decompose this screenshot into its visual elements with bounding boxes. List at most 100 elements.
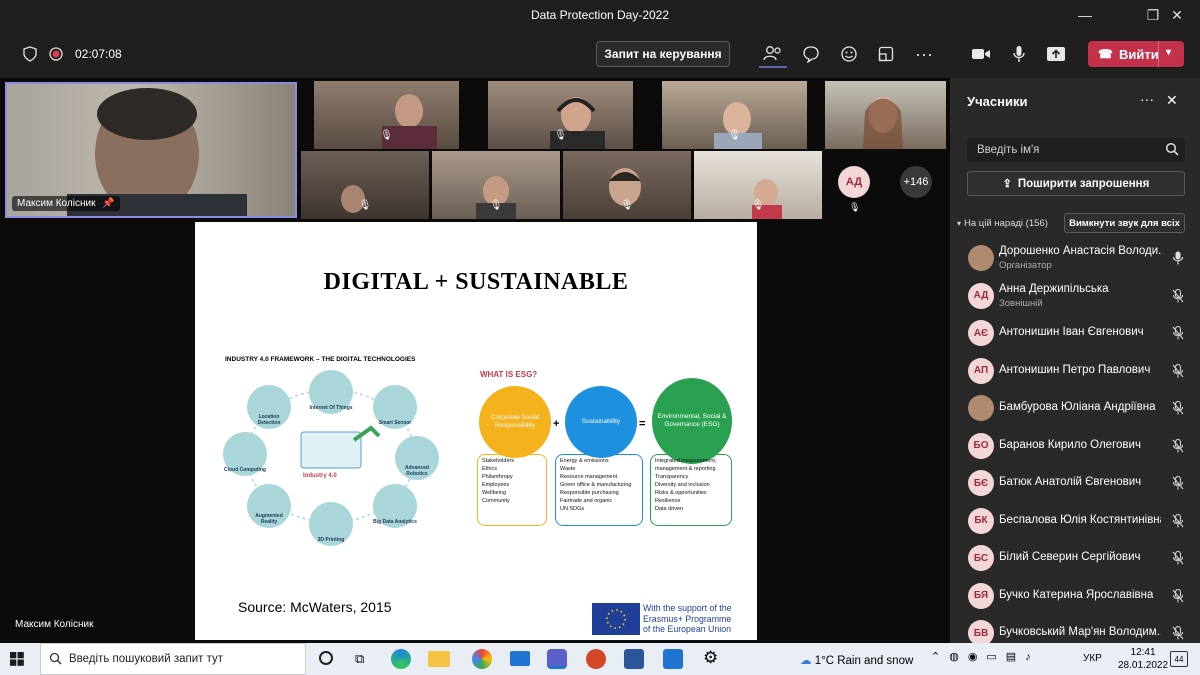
muted-mic-icon[interactable] bbox=[1172, 438, 1186, 453]
participant-video[interactable]: 🎙 bbox=[694, 151, 822, 219]
avatar: БЯ bbox=[968, 582, 994, 609]
framework-title: INDUSTRY 4.0 FRAMEWORK – THE DIGITAL TEC… bbox=[225, 356, 416, 363]
csr-list: Stakeholders Ethics Philanthropy Employees W… bbox=[477, 454, 547, 526]
minimize-icon[interactable]: — bbox=[1062, 0, 1108, 30]
participants-panel: Учасники ··· ✕ Введіть ім'я ⇪ Поширити з… bbox=[950, 78, 1200, 646]
settings-gear-icon[interactable]: ⚙ bbox=[703, 648, 718, 668]
edge-icon[interactable] bbox=[391, 649, 411, 669]
powerpoint-icon[interactable] bbox=[586, 649, 606, 669]
muted-mic-icon[interactable] bbox=[1172, 363, 1186, 378]
participant-name: Беспалова Юлія Костянтинівна bbox=[999, 513, 1161, 526]
recording-icon bbox=[42, 40, 70, 68]
muted-mic-icon[interactable] bbox=[1172, 625, 1186, 640]
clock[interactable]: 12:41 28.01.2022 bbox=[1118, 646, 1168, 672]
avatar bbox=[968, 395, 994, 421]
shared-slide: DIGITAL + SUSTAINABLE INDUSTRY 4.0 FRAME… bbox=[195, 222, 757, 640]
node-location-detection: Location Detection bbox=[247, 385, 291, 429]
breakout-rooms-icon[interactable] bbox=[872, 40, 900, 68]
notification-center-icon[interactable]: 44 bbox=[1170, 651, 1188, 667]
participant-row[interactable]: БС Білий Северин Сергійович bbox=[950, 540, 1200, 577]
participant-row[interactable]: АЄ Антонишин Іван Євгенович bbox=[950, 315, 1200, 352]
sustainability-list: Energy & emissions Waste Resource manageme… bbox=[555, 454, 643, 526]
request-control-button[interactable]: Запит на керування bbox=[596, 41, 730, 67]
cortana-icon[interactable] bbox=[319, 651, 333, 665]
main-speaker-video[interactable]: Максим Колісник 📌 bbox=[5, 82, 297, 218]
weather-widget[interactable]: ☁ 1°C Rain and snow bbox=[800, 653, 913, 667]
speaker-name-tag: Максим Колісник 📌 bbox=[12, 196, 120, 211]
taskbar-search-box[interactable]: Введіть пошуковий запит тут bbox=[40, 643, 306, 675]
reactions-icon[interactable] bbox=[835, 40, 863, 68]
participant-video[interactable] bbox=[825, 81, 946, 149]
avatar: БС bbox=[968, 545, 994, 571]
participants-icon[interactable] bbox=[759, 40, 787, 68]
node-internet-of-things: Internet Of Things bbox=[309, 370, 353, 414]
muted-mic-icon: 🎙 bbox=[489, 199, 503, 211]
avatar: АД bbox=[968, 282, 994, 309]
more-options-icon[interactable]: ··· bbox=[1140, 91, 1154, 107]
muted-mic-icon[interactable] bbox=[1172, 400, 1186, 415]
mail-icon[interactable] bbox=[510, 651, 530, 666]
share-icon: ⇪ bbox=[1002, 178, 1012, 190]
participant-row[interactable]: БК Беспалова Юлія Костянтинівна bbox=[950, 503, 1200, 540]
close-icon[interactable]: ✕ bbox=[1154, 0, 1200, 30]
participant-row[interactable]: БЄ Батюк Анатолій Євгенович bbox=[950, 465, 1200, 502]
section-header[interactable]: ▾ На цій нараді (156) bbox=[957, 218, 1048, 229]
muted-mic-icon: 🎙 bbox=[554, 129, 567, 141]
microphone-icon[interactable] bbox=[1005, 40, 1033, 68]
camera-icon[interactable] bbox=[967, 40, 995, 68]
language-indicator[interactable]: УКР bbox=[1083, 653, 1102, 664]
muted-mic-icon: 🎙 bbox=[849, 202, 861, 212]
search-icon[interactable] bbox=[1165, 142, 1179, 161]
muted-mic-icon[interactable] bbox=[1172, 475, 1186, 490]
participant-video[interactable]: 🎙 bbox=[662, 81, 807, 149]
windows-taskbar: Введіть пошуковий запит тут ⧉ ⚙ ☁ 1°C Ra… bbox=[0, 643, 1200, 675]
muted-mic-icon[interactable] bbox=[1172, 550, 1186, 565]
muted-mic-icon[interactable] bbox=[1172, 588, 1186, 603]
node-advanced-robotics: Advanced Robotics bbox=[395, 436, 439, 480]
muted-mic-icon[interactable] bbox=[1172, 288, 1186, 303]
node-augmented-reality: Augmented Reality bbox=[247, 484, 291, 528]
participant-search-box[interactable]: Введіть ім'я bbox=[967, 138, 1185, 162]
chrome-icon[interactable] bbox=[472, 649, 492, 669]
microphone-icon[interactable] bbox=[1172, 251, 1186, 265]
word-icon[interactable] bbox=[624, 649, 644, 669]
participant-row[interactable]: АП Антонишин Петро Павлович bbox=[950, 353, 1200, 390]
windows-start-icon[interactable] bbox=[10, 652, 24, 671]
chat-icon[interactable] bbox=[797, 40, 825, 68]
participant-video[interactable]: 🎙 bbox=[563, 151, 691, 219]
avatar bbox=[968, 245, 994, 271]
participant-name: Дорошенко Анастасія Володи... bbox=[999, 245, 1161, 257]
leave-button[interactable]: ☎ Вийти ▾ bbox=[1088, 41, 1184, 67]
pin-icon[interactable]: 📌 bbox=[102, 198, 114, 209]
participant-video[interactable]: 🎙 bbox=[301, 151, 429, 219]
more-participants-button[interactable]: +146 bbox=[900, 166, 932, 198]
teams-icon[interactable] bbox=[547, 649, 567, 669]
media-player-icon[interactable] bbox=[663, 649, 683, 669]
participant-row[interactable]: Дорошенко Анастасія Володи... Організатор bbox=[950, 240, 1200, 277]
muted-mic-icon[interactable] bbox=[1172, 513, 1186, 528]
muted-mic-icon[interactable] bbox=[1172, 325, 1186, 340]
participant-name: Анна Держипільська bbox=[999, 282, 1109, 295]
participant-row[interactable]: Бамбурова Юліана Андріївна bbox=[950, 390, 1200, 427]
overflow-avatar[interactable]: АД bbox=[838, 166, 870, 198]
participant-row[interactable]: АД Анна Держипільська Зовнішній bbox=[950, 278, 1200, 315]
chevron-down-icon[interactable]: ▾ bbox=[1166, 47, 1171, 58]
more-actions-icon[interactable]: ··· bbox=[910, 40, 938, 68]
muted-mic-icon: 🎙 bbox=[380, 129, 393, 141]
task-view-icon[interactable]: ⧉ bbox=[355, 651, 364, 667]
share-screen-icon[interactable] bbox=[1042, 40, 1070, 68]
participant-video[interactable]: 🎙 bbox=[432, 151, 560, 219]
file-explorer-icon[interactable] bbox=[428, 651, 450, 667]
close-panel-icon[interactable]: ✕ bbox=[1166, 92, 1178, 109]
participant-video[interactable]: 🎙 bbox=[314, 81, 459, 149]
muted-mic-icon: 🎙 bbox=[751, 199, 765, 211]
mute-all-button[interactable]: Вимкнути звук для всіх bbox=[1064, 213, 1185, 233]
node-3d-printing: 3D Printing bbox=[309, 502, 353, 546]
participant-row[interactable]: БО Баранов Кирило Олегович bbox=[950, 428, 1200, 465]
share-invite-button[interactable]: ⇪ Поширити запрошення bbox=[967, 171, 1185, 196]
shield-icon[interactable] bbox=[16, 40, 44, 68]
participant-video[interactable]: 🎙 bbox=[488, 81, 633, 149]
system-tray-icons[interactable]: ⌃◍◉▭▤♪ bbox=[931, 650, 1040, 663]
participant-row[interactable]: БЯ Бучко Катерина Ярославівна bbox=[950, 578, 1200, 615]
avatar: БО bbox=[968, 432, 994, 459]
